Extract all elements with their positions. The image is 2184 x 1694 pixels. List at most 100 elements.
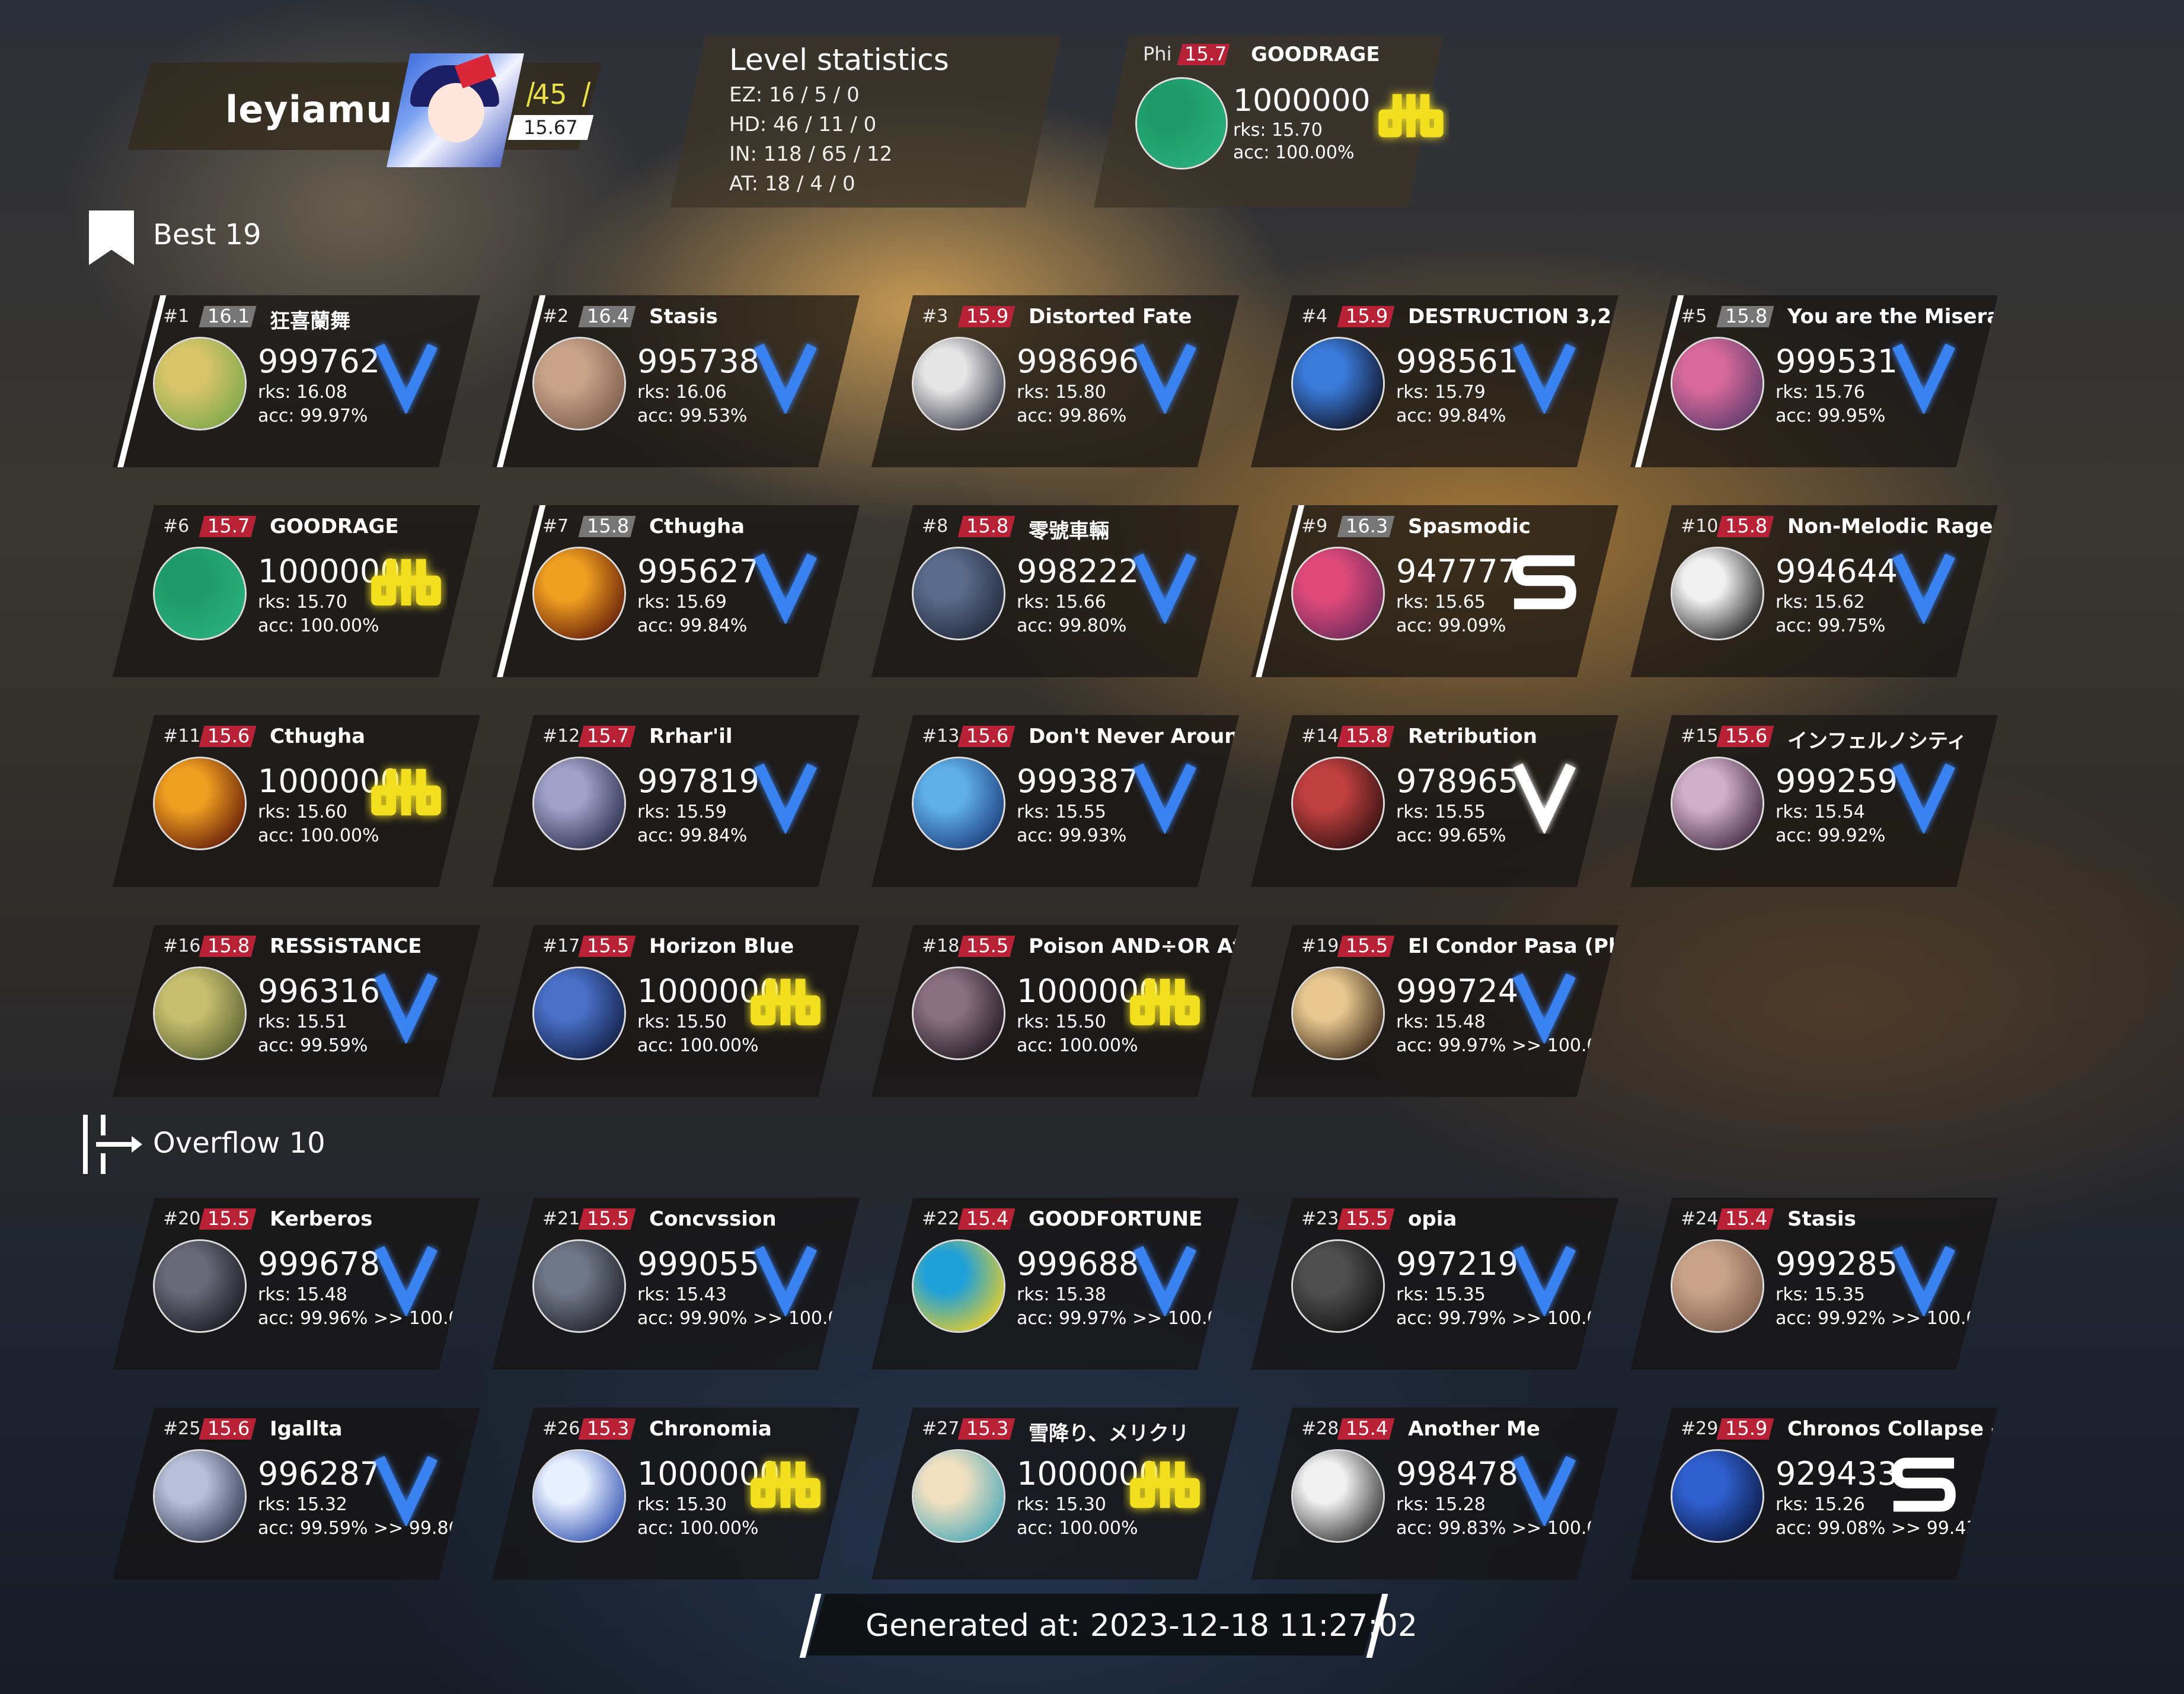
- record-card: #18 15.5 Poison AND÷OR Af... 1000000 rks…: [871, 925, 1239, 1097]
- grade-icon: [365, 961, 448, 1044]
- song-cover: [532, 547, 626, 640]
- record-difficulty: 15.8: [1725, 305, 1768, 327]
- record-acc: acc: 100.00%: [637, 1035, 759, 1056]
- record-difficulty: 15.8: [966, 515, 1009, 537]
- record-score: 999387: [1017, 763, 1139, 800]
- grade-icon: [1503, 961, 1586, 1044]
- record-rank: #5: [1681, 306, 1707, 327]
- grade-icon: [1123, 1233, 1206, 1316]
- record-card: #23 15.5 opia 997219 rks: 15.35 acc: 99.…: [1251, 1198, 1618, 1370]
- song-cover: [532, 966, 626, 1060]
- record-song-title: RESSiSTANCE: [270, 934, 422, 958]
- record-rks: rks: 15.30: [1017, 1494, 1106, 1515]
- record-card: #15 15.6 インフェルノシティ 999259 rks: 15.54 acc…: [1630, 715, 1998, 887]
- record-score: 996316: [258, 972, 381, 1010]
- record-acc: acc: 100.00%: [1017, 1035, 1138, 1056]
- record-acc: acc: 99.09%: [1396, 615, 1506, 636]
- record-song-title: Rrhar'il: [649, 725, 733, 748]
- record-song-title: Concvssion: [649, 1207, 777, 1231]
- record-song-title: DESTRUCTION 3,2,1: [1408, 305, 1633, 328]
- record-card: #21 15.5 Concvssion 999055 rks: 15.43 ac…: [492, 1198, 860, 1370]
- record-song-title: Another Me: [1408, 1417, 1540, 1441]
- record-rank: #18: [922, 936, 960, 956]
- record-score: 998222: [1017, 553, 1139, 590]
- grade-icon: [365, 331, 448, 414]
- record-rks: rks: 15.43: [637, 1284, 727, 1305]
- record-song-title: El Condor Pasa (Phi...: [1408, 934, 1653, 958]
- song-cover: [153, 757, 247, 850]
- record-score: 995738: [637, 343, 760, 380]
- record-song-title: Poison AND÷OR Af...: [1029, 934, 1263, 958]
- phi-score: 1000000: [1233, 83, 1371, 119]
- record-rank: #15: [1681, 726, 1719, 746]
- record-score: 997219: [1396, 1245, 1519, 1283]
- record-score: 999531: [1776, 343, 1898, 380]
- song-cover: [1291, 757, 1385, 850]
- record-rks: rks: 15.30: [637, 1494, 727, 1515]
- record-difficulty: 15.9: [1725, 1417, 1768, 1440]
- record-acc: acc: 99.65%: [1396, 825, 1506, 846]
- phi-diff: 15.7: [1184, 43, 1227, 65]
- grade-icon: [744, 1233, 827, 1316]
- record-difficulty: 15.5: [966, 934, 1009, 957]
- record-acc: acc: 99.59%: [258, 1035, 368, 1056]
- grade-icon: [744, 1443, 827, 1526]
- grade-icon: [744, 961, 827, 1044]
- song-cover: [1671, 547, 1764, 640]
- record-score: 978965: [1396, 763, 1519, 800]
- grade-icon: [744, 751, 827, 834]
- song-cover: [1291, 1239, 1385, 1333]
- song-cover: [1671, 337, 1764, 430]
- record-rks: rks: 15.60: [258, 802, 347, 822]
- record-song-title: Chronos Collapse - ...: [1787, 1417, 2029, 1441]
- record-difficulty: 15.9: [1346, 305, 1388, 327]
- record-rank: #27: [922, 1418, 960, 1439]
- record-difficulty: 15.7: [587, 725, 630, 747]
- record-rks: rks: 15.48: [258, 1284, 347, 1305]
- record-rks: rks: 15.70: [258, 592, 347, 612]
- record-difficulty: 15.5: [587, 1207, 630, 1230]
- record-difficulty: 16.1: [207, 305, 250, 327]
- record-score: 999285: [1776, 1245, 1898, 1283]
- grade-icon: [1123, 1443, 1206, 1526]
- record-score: 998561: [1396, 343, 1519, 380]
- record-difficulty: 15.4: [1725, 1207, 1768, 1230]
- record-difficulty: 15.6: [1725, 725, 1768, 747]
- record-difficulty: 15.4: [1346, 1417, 1388, 1440]
- record-rank: #1: [163, 306, 190, 327]
- record-song-title: Spasmodic: [1408, 515, 1531, 538]
- record-rank: #26: [542, 1418, 580, 1439]
- record-score: 998478: [1396, 1455, 1519, 1492]
- record-difficulty: 16.4: [587, 305, 630, 327]
- record-acc: acc: 100.00%: [637, 1518, 759, 1539]
- record-song-title: Don't Never Aroun...: [1029, 725, 1262, 748]
- record-score: 999259: [1776, 763, 1898, 800]
- record-score: 999678: [258, 1245, 381, 1283]
- record-score: 929433: [1776, 1455, 1898, 1492]
- record-rank: #10: [1681, 516, 1719, 537]
- record-rank: #21: [542, 1208, 580, 1229]
- grade-icon: [1503, 331, 1586, 414]
- record-difficulty: 15.3: [966, 1417, 1009, 1440]
- record-card: #16 15.8 RESSiSTANCE 996316 rks: 15.51 a…: [113, 925, 480, 1097]
- record-card: #9 16.3 Spasmodic 947777 rks: 15.65 acc:…: [1251, 505, 1618, 677]
- player-rks-value: 15.67: [523, 116, 578, 139]
- record-rank: #12: [542, 726, 580, 746]
- record-score: 947777: [1396, 553, 1519, 590]
- song-cover: [153, 966, 247, 1060]
- record-card: #20 15.5 Kerberos 999678 rks: 15.48 acc:…: [113, 1198, 480, 1370]
- record-difficulty: 15.7: [207, 515, 250, 537]
- record-acc: acc: 99.97%: [258, 406, 368, 426]
- record-acc: acc: 99.84%: [637, 615, 748, 636]
- record-song-title: You are the Misera...: [1787, 305, 2024, 328]
- level-stats-at: AT: 18 / 4 / 0: [729, 172, 855, 196]
- record-score: 994644: [1776, 553, 1898, 590]
- level-stats-hd: HD: 46 / 11 / 0: [729, 113, 877, 136]
- phi-rks: rks: 15.70: [1233, 120, 1323, 141]
- overflow-icon: [83, 1115, 142, 1174]
- grade-icon: [744, 331, 827, 414]
- player-avatar: [387, 53, 524, 167]
- grade-icon: [1882, 541, 1965, 624]
- record-rank: #14: [1301, 726, 1339, 746]
- song-cover: [1291, 1449, 1385, 1543]
